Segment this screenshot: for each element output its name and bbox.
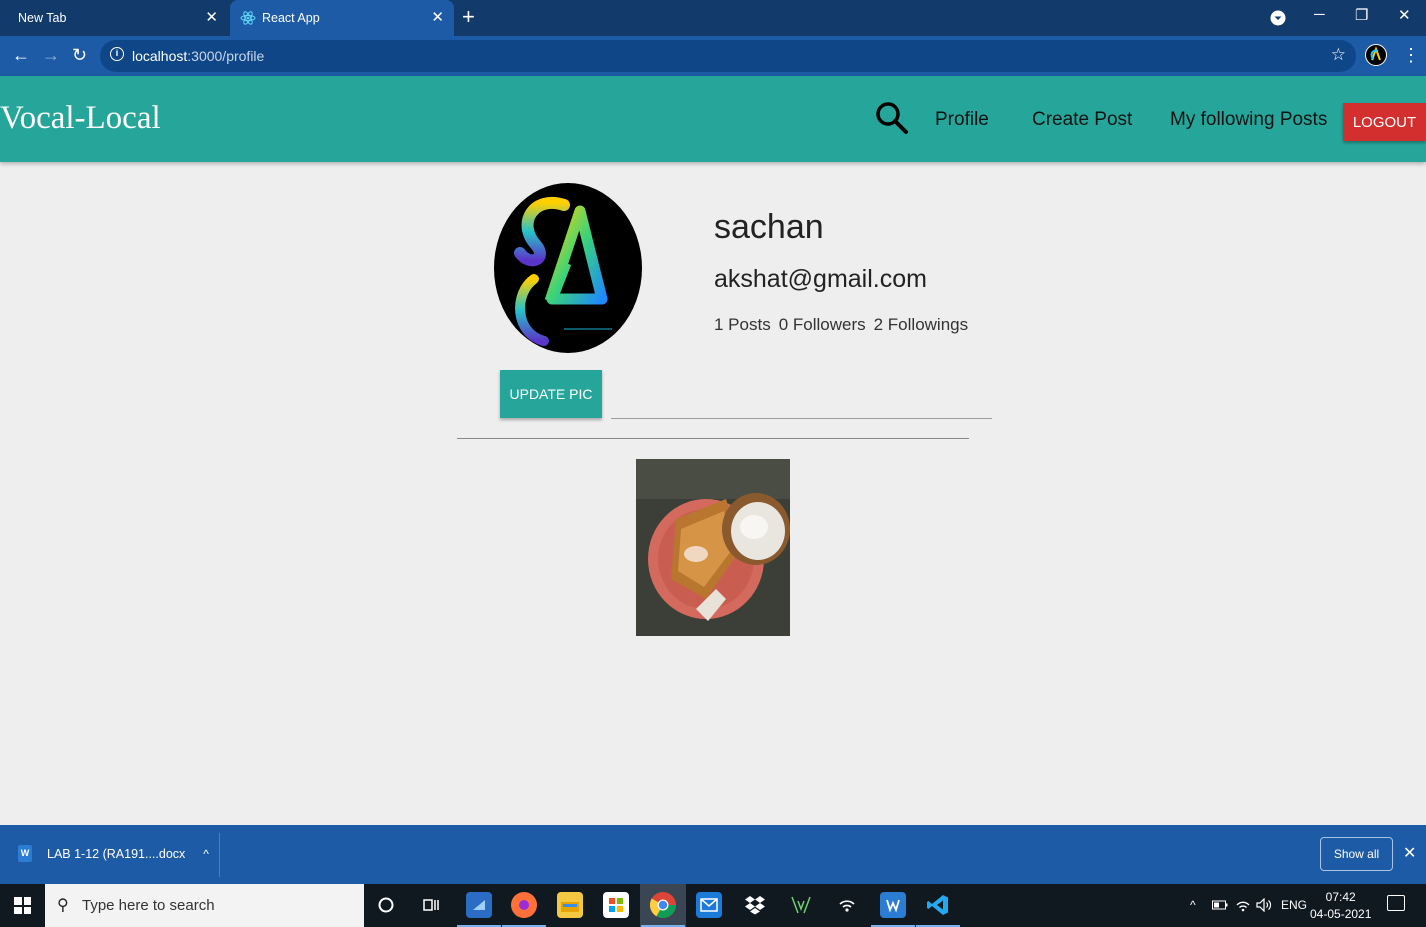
dropbox-icon[interactable]: [742, 892, 768, 918]
browser-tab-strip: New Tab ✕ React App ✕ + ─ ❐ ✕: [0, 0, 1426, 36]
nav-following-posts-link[interactable]: My following Posts: [1170, 109, 1327, 131]
update-pic-button[interactable]: UPDATE PIC: [500, 370, 602, 418]
wifi-icon[interactable]: [1235, 897, 1251, 913]
tab-title: React App: [262, 11, 320, 25]
download-filename: LAB 1-12 (RA191....docx: [47, 846, 186, 861]
logout-button[interactable]: LOGOUT: [1343, 103, 1426, 141]
address-bar[interactable]: i localhost:3000/profile ☆: [100, 40, 1356, 72]
clock-date: 04-05-2021: [1310, 907, 1372, 921]
battery-icon[interactable]: [1212, 899, 1228, 911]
vscode-icon[interactable]: [916, 892, 960, 927]
search-icon[interactable]: [874, 100, 910, 136]
download-item[interactable]: W LAB 1-12 (RA191....docx ^: [18, 845, 209, 862]
show-all-button[interactable]: Show all: [1320, 837, 1393, 871]
posts-count: 1 Posts: [714, 315, 771, 334]
post-image[interactable]: [636, 459, 790, 636]
nav-create-post-link[interactable]: Create Post: [1032, 109, 1132, 131]
file-share-app-icon[interactable]: [457, 892, 501, 927]
mail-icon[interactable]: [696, 892, 722, 918]
forward-icon[interactable]: →: [42, 44, 60, 66]
search-icon: ⚲: [57, 897, 69, 914]
profile-username: sachan: [714, 208, 824, 246]
chrome-icon[interactable]: [641, 892, 685, 927]
close-icon[interactable]: ✕: [1403, 843, 1416, 863]
site-info-icon[interactable]: i: [110, 47, 124, 61]
file-path-input[interactable]: [611, 418, 992, 419]
browser-menu-icon[interactable]: ⋮: [1402, 44, 1420, 66]
close-icon[interactable]: ✕: [205, 9, 218, 27]
window-close-icon[interactable]: ✕: [1398, 6, 1411, 24]
microsoft-store-icon[interactable]: [603, 892, 629, 918]
back-icon[interactable]: ←: [12, 44, 30, 66]
browser-toolbar: ← → ↻ i localhost:3000/profile ☆ ⋮: [0, 36, 1426, 76]
firefox-icon[interactable]: [502, 892, 546, 927]
followings-count: 2 Followings: [873, 315, 969, 334]
volume-icon[interactable]: [1256, 898, 1272, 912]
taskbar-search-placeholder: Type here to search: [82, 897, 215, 914]
profile-stats: 1 Posts 0 Followers 2 Followings: [714, 315, 968, 335]
word-doc-icon: W: [18, 845, 32, 862]
profile-menu-icon[interactable]: [1270, 10, 1286, 26]
restore-icon[interactable]: ❐: [1355, 6, 1368, 24]
url-text[interactable]: localhost:3000/profile: [132, 48, 264, 64]
chevron-up-icon[interactable]: ^: [1190, 898, 1196, 912]
close-icon[interactable]: ✕: [431, 9, 444, 27]
cortana-icon[interactable]: [373, 892, 399, 918]
new-tab-button[interactable]: +: [462, 5, 475, 29]
nav-profile-link[interactable]: Profile: [935, 109, 989, 131]
language-indicator[interactable]: ENG: [1281, 898, 1307, 912]
browser-profile-avatar[interactable]: [1365, 44, 1387, 66]
windows-start-icon[interactable]: [14, 897, 31, 914]
tab-title: New Tab: [18, 11, 67, 25]
minimize-icon[interactable]: ─: [1314, 6, 1325, 23]
predator-sense-icon[interactable]: [788, 892, 814, 918]
app-navbar: Vocal-Local Profile Create Post My follo…: [0, 76, 1426, 162]
reload-icon[interactable]: ↻: [72, 44, 87, 66]
wifi-app-icon[interactable]: [834, 892, 860, 918]
task-view-icon[interactable]: [418, 892, 444, 918]
react-icon: [240, 11, 256, 25]
chevron-up-icon[interactable]: ^: [203, 847, 209, 861]
taskbar-search-box[interactable]: ⚲ Type here to search: [45, 884, 364, 927]
notification-center-icon[interactable]: [1387, 895, 1405, 911]
clock-time: 07:42: [1325, 890, 1356, 904]
download-bar: W LAB 1-12 (RA191....docx ^ Show all ✕: [0, 825, 1426, 884]
word-icon[interactable]: [871, 892, 915, 927]
download-separator: [219, 833, 220, 877]
followers-count: 0 Followers: [778, 315, 866, 334]
profile-email: akshat@gmail.com: [714, 265, 927, 293]
bookmark-star-icon[interactable]: ☆: [1331, 45, 1346, 65]
windows-taskbar: ⚲ Type here to search ^ ENG 07:42 04-05-…: [0, 884, 1426, 927]
file-explorer-icon[interactable]: [557, 892, 583, 918]
tab-react-app[interactable]: React App ✕: [230, 0, 454, 36]
section-divider: [457, 438, 969, 439]
taskbar-clock[interactable]: 07:42 04-05-2021: [1310, 889, 1371, 923]
brand-logo[interactable]: Vocal-Local: [0, 100, 161, 137]
tab-new-tab[interactable]: New Tab ✕: [0, 0, 228, 36]
profile-avatar: [494, 183, 642, 353]
